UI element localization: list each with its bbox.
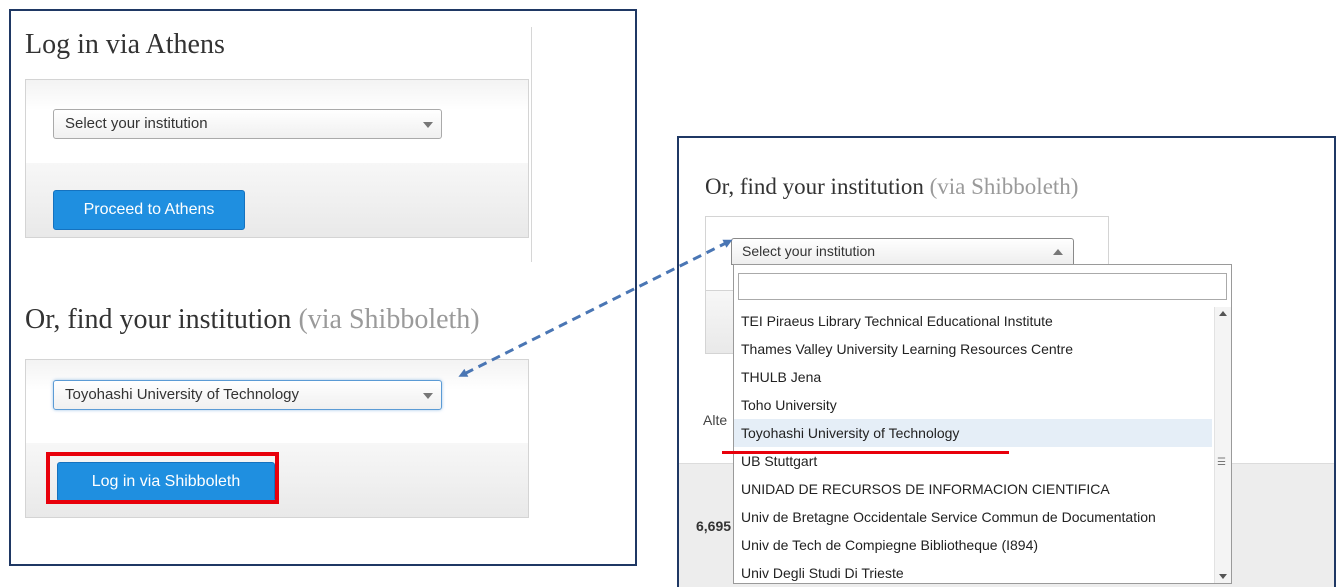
- dropdown-option[interactable]: Univ Degli Studi Di Trieste: [734, 559, 1212, 583]
- highlight-underline: [722, 451, 1009, 454]
- athens-box: Select your institution Proceed to Athen…: [25, 79, 529, 238]
- chevron-up-icon: [1053, 249, 1063, 255]
- highlight-box: [46, 452, 279, 504]
- shibboleth-title: Or, find your institution (via Shibbolet…: [25, 304, 480, 336]
- dropdown-search-input[interactable]: [738, 273, 1227, 300]
- shibboleth-title-main: Or, find your institution: [25, 304, 292, 335]
- zoom-title-main: Or, find your institution: [705, 174, 924, 199]
- vertical-divider: [531, 27, 532, 262]
- scroll-grip-icon[interactable]: ☰: [1217, 457, 1226, 468]
- zoomed-dropdown-panel: Or, find your institution (via Shibbolet…: [677, 136, 1336, 587]
- dropdown-scrollbar[interactable]: ☰: [1214, 307, 1231, 583]
- dropdown-option[interactable]: Univ de Bretagne Occidentale Service Com…: [734, 503, 1212, 531]
- scroll-up-icon[interactable]: [1219, 311, 1227, 316]
- dropdown-option[interactable]: Univ de Tech de Compiegne Bibliotheque (…: [734, 531, 1212, 559]
- scroll-down-icon[interactable]: [1219, 574, 1227, 579]
- chevron-down-icon: [423, 122, 433, 128]
- chevron-down-icon: [423, 393, 433, 399]
- proceed-to-athens-button[interactable]: Proceed to Athens: [53, 190, 245, 230]
- dropdown-option[interactable]: THULB Jena: [734, 363, 1212, 391]
- institution-dropdown: TEI Piraeus Library Technical Educationa…: [733, 264, 1232, 584]
- zoom-institution-select[interactable]: Select your institution: [731, 238, 1074, 265]
- zoom-title-suffix: (via Shibboleth): [929, 174, 1079, 199]
- athens-institution-select[interactable]: Select your institution: [53, 109, 442, 139]
- dropdown-option[interactable]: Thames Valley University Learning Resour…: [734, 335, 1212, 363]
- alternative-text: Alte: [703, 412, 728, 428]
- dropdown-option[interactable]: UNIDAD DE RECURSOS DE INFORMACION CIENTI…: [734, 475, 1212, 503]
- dropdown-options: TEI Piraeus Library Technical Educationa…: [734, 307, 1212, 583]
- dropdown-option[interactable]: Toho University: [734, 391, 1212, 419]
- athens-title: Log in via Athens: [25, 29, 225, 60]
- shibboleth-select-value: Toyohashi University of Technology: [65, 386, 300, 403]
- dropdown-option-highlighted[interactable]: Toyohashi University of Technology: [734, 419, 1212, 447]
- zoom-title: Or, find your institution (via Shibbolet…: [705, 174, 1078, 200]
- dropdown-option[interactable]: TEI Piraeus Library Technical Educationa…: [734, 307, 1212, 335]
- result-count: 6,695: [696, 518, 732, 534]
- login-panel: Log in via Athens Select your institutio…: [9, 9, 637, 566]
- shibboleth-title-suffix: (via Shibboleth): [298, 304, 480, 335]
- zoom-select-value: Select your institution: [742, 243, 876, 259]
- athens-select-value: Select your institution: [65, 115, 208, 132]
- shibboleth-institution-select[interactable]: Toyohashi University of Technology: [53, 380, 442, 410]
